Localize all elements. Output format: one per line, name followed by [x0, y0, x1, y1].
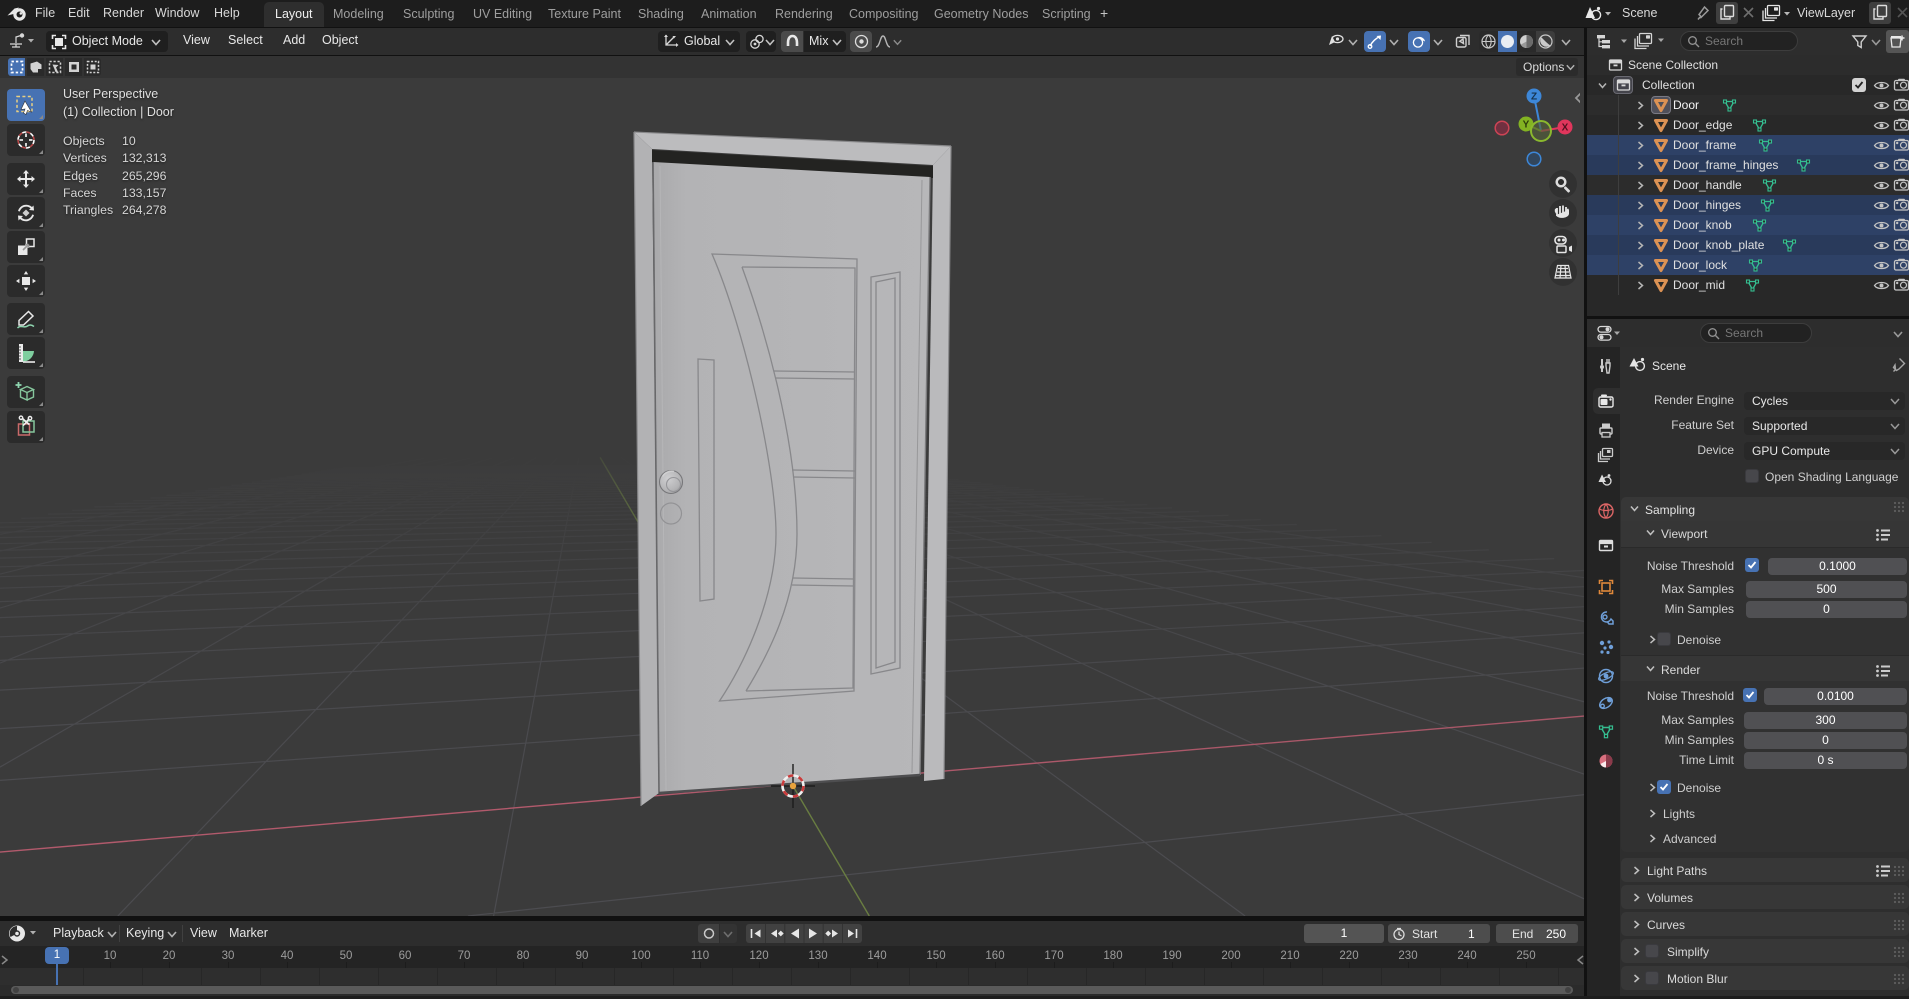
svg-text:X: X: [1562, 123, 1569, 134]
svg-text:Z: Z: [1531, 92, 1537, 103]
svg-text:Y: Y: [1523, 120, 1530, 131]
